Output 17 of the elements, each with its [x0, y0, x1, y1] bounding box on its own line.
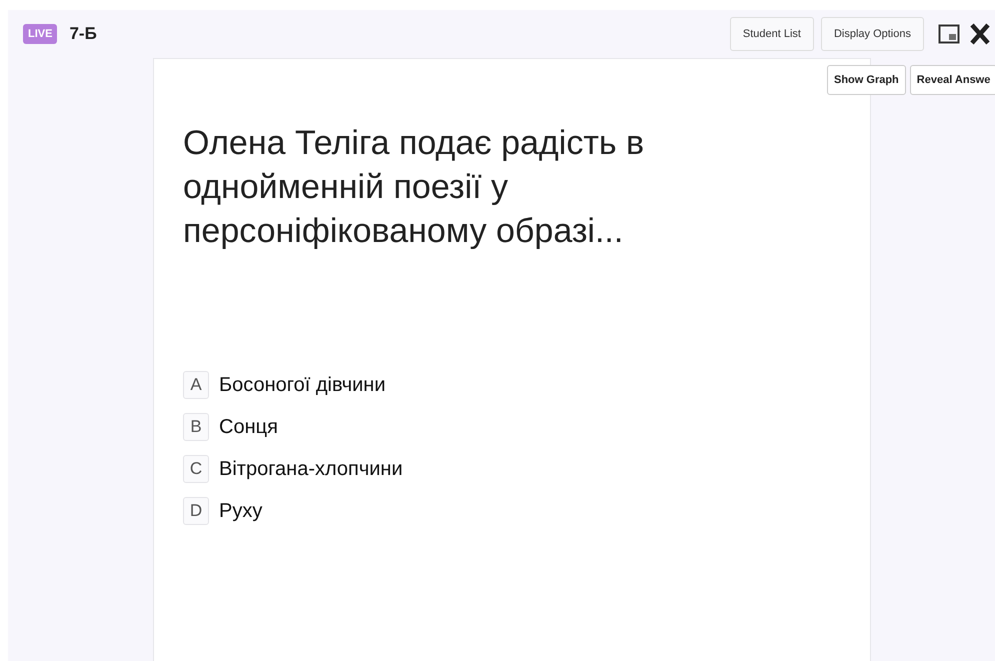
live-badge: LIVE	[23, 24, 58, 44]
option-letter: B	[183, 413, 209, 441]
option-text: Босоногої дівчини	[219, 374, 386, 396]
header-button[interactable]: Display Options	[820, 17, 924, 51]
option-text: Руху	[219, 500, 262, 522]
header-button[interactable]: Student List	[730, 17, 814, 51]
action-button[interactable]: Reveal Answe	[910, 65, 995, 95]
close-icon[interactable]	[970, 23, 990, 45]
action-button[interactable]: Show Graph	[827, 65, 906, 95]
class-title: 7-Б	[69, 24, 97, 44]
minimize-window-icon[interactable]	[938, 24, 960, 44]
option-letter: D	[183, 497, 209, 525]
option-letter: A	[183, 371, 209, 399]
option-text: Вітрогана-хлопчини	[219, 458, 403, 480]
option-letter: C	[183, 455, 209, 483]
option-text: Сонця	[219, 416, 278, 438]
question-text: Олена Теліга подає радість в однойменній поезії у персоніфікованому образі...	[183, 123, 646, 252]
